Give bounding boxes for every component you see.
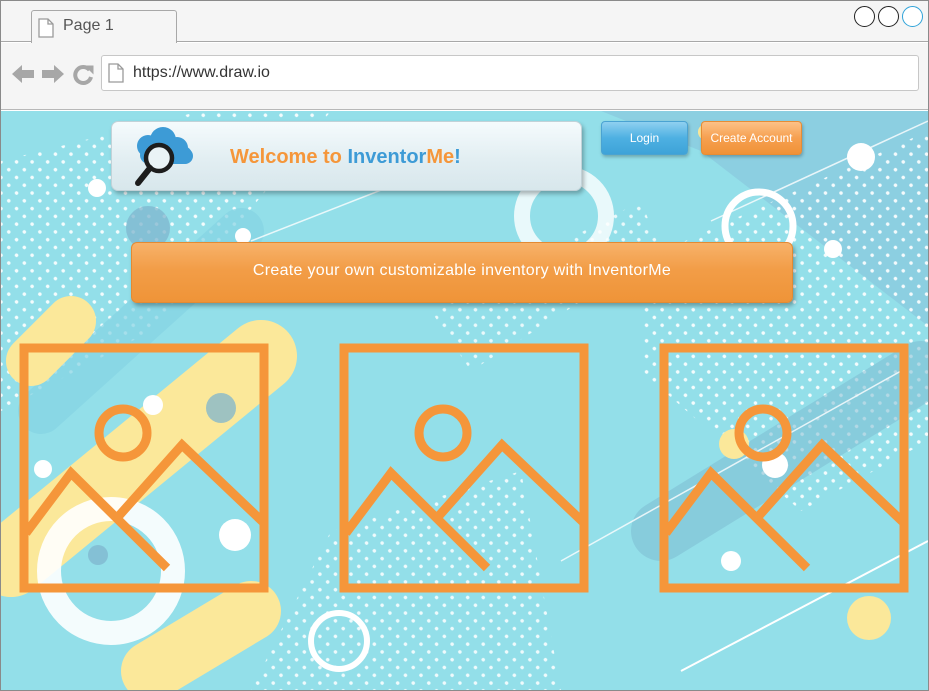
tagline-banner[interactable]: Create your own customizable inventory w… xyxy=(131,242,793,303)
maximize-control[interactable] xyxy=(878,6,899,27)
reload-icon[interactable] xyxy=(72,64,94,86)
page-icon xyxy=(108,63,124,83)
back-arrow-icon[interactable] xyxy=(11,64,35,84)
image-placeholder-icon xyxy=(659,343,909,593)
login-button[interactable]: Login xyxy=(601,121,688,155)
welcome-heading: Welcome to InventorMe! xyxy=(230,146,461,169)
minimize-control[interactable] xyxy=(854,6,875,27)
browser-window: Page 1 https://www.draw.io Welcome to In… xyxy=(0,0,929,691)
forward-arrow-icon[interactable] xyxy=(41,64,65,84)
address-bar[interactable]: https://www.draw.io xyxy=(101,55,919,91)
search-cloud-icon xyxy=(135,127,193,186)
brand-name-part1: Inventor xyxy=(347,146,427,168)
image-placeholder-icon xyxy=(339,343,589,593)
welcome-panel: Welcome to InventorMe! xyxy=(111,121,582,191)
tab-bar: Page 1 xyxy=(1,1,928,43)
welcome-text-prefix: Welcome to xyxy=(230,146,348,168)
brand-name-part2: Me xyxy=(426,146,455,168)
create-account-button[interactable]: Create Account xyxy=(701,121,802,155)
tab-title: Page 1 xyxy=(63,17,114,34)
page-viewport: Welcome to InventorMe! Login Create Acco… xyxy=(1,111,928,690)
navigation-bar: https://www.draw.io xyxy=(1,43,928,110)
browser-tab[interactable]: Page 1 xyxy=(31,10,177,43)
banner-text: Create your own customizable inventory w… xyxy=(252,262,672,279)
url-text: https://www.draw.io xyxy=(133,64,270,81)
page-icon xyxy=(38,18,54,38)
close-control[interactable] xyxy=(902,6,923,27)
welcome-exclamation: ! xyxy=(454,146,461,168)
image-placeholder-icon xyxy=(19,343,269,593)
